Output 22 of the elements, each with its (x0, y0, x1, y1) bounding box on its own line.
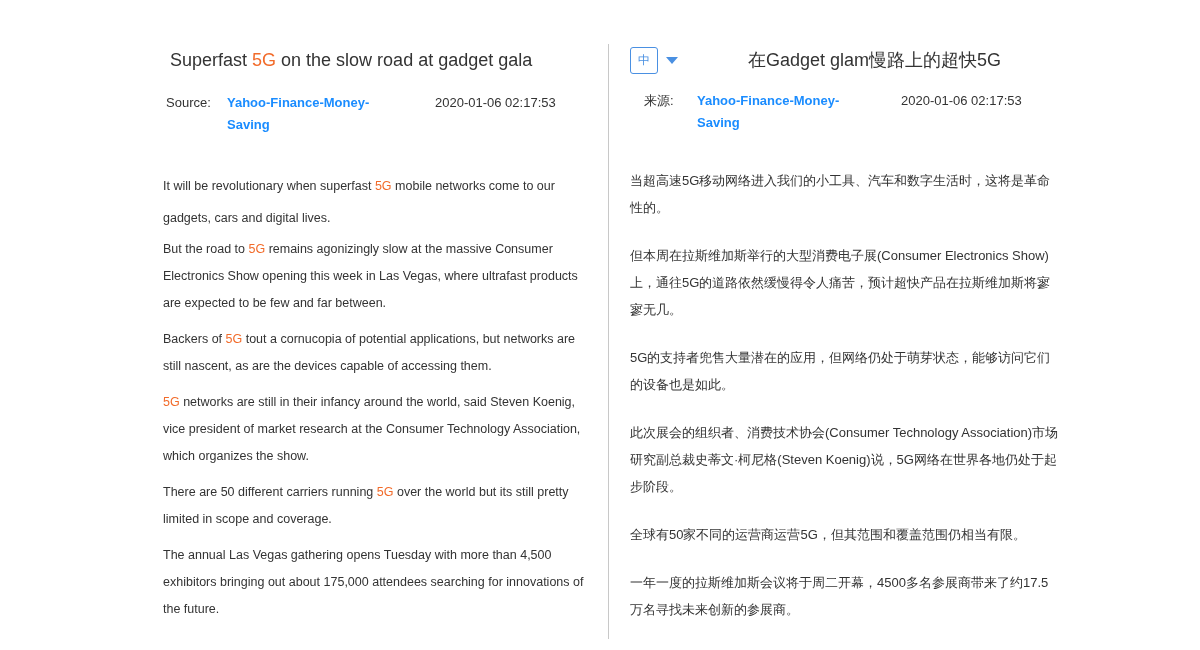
article-paragraph: 此次展会的组织者、消费技术协会(Consumer Technology Association)市场研究副总裁史蒂文·柯尼格(Steven Koenig)说，5G网络在世界各地仍处于起步阶段。 (630, 424, 1059, 496)
article-paragraph: 当超高速5G移动网络进入我们的小工具、汽车和数字生活时，这将是革命性的。 (630, 172, 1052, 217)
publish-date: 2020-01-06 02:17:53 (435, 94, 556, 112)
article-paragraph: 全球有50家不同的运营商运营5G，但其范围和覆盖范围仍相当有限。 (630, 526, 1027, 544)
caret-icon[interactable] (666, 56, 678, 64)
article-title: Superfast 5G on the slow road at gadget gala (170, 49, 534, 72)
source-link[interactable]: Yahoo-Finance-Money-Saving (697, 90, 877, 134)
article-paragraph: 但本周在拉斯维加斯举行的大型消费电子展(Consumer Electronics Show)上，通往5G的道路依然缓慢得令人痛苦，预计超快产品在拉斯维加斯将寥寥无几。 (630, 247, 1052, 319)
publish-date: 2020-01-06 02:17:53 (901, 92, 1022, 110)
article-paragraph: 一年一度的拉斯维加斯会议将于周二开幕，4500多名参展商带来了约17.5万名寻找未来创新的参展商。 (630, 574, 1050, 619)
source-link[interactable]: Yahoo-Finance-Money-Saving (227, 92, 407, 136)
article-paragraph: 5G的支持者兜售大量潜在的应用，但网络仍处于萌芽状态，能够访问它们的设备也是如此。 (630, 349, 1052, 394)
article-paragraph: Backers of 5G tout a cornucopia of potential applications, but networks are still nascent, as are the devices capable of accessing them. (163, 331, 577, 375)
language-button[interactable]: 中 (630, 46, 658, 74)
source-label: 来源: (644, 92, 675, 110)
article-paragraph: The annual Las Vegas gathering opens Tuesday with more than 4,500 exhibitors bringing out about 175,000 attendees searching for innovations of the future. (163, 547, 585, 618)
article-paragraph: But the road to 5G remains agonizingly slow at the massive Consumer Electronics Show opening this week in Las Vegas, where ultrafast products are expected to be few and far between. (163, 241, 579, 312)
article-paragraph: It will be revolutionary when superfast 5G mobile networks come to our gadgets, cars and digital lives. (163, 178, 556, 227)
source-label: Source: (166, 94, 212, 112)
article-paragraph: There are 50 different carriers running 5G over the world but its still pretty limited in scope and coverage. (163, 484, 570, 528)
article-paragraph: 5G networks are still in their infancy around the world, said Steven Koenig, vice president of market research at the Consumer Technology Association, which organizes the show. (163, 394, 582, 465)
article-title: 在Gadget glam慢路上的超快5G (748, 49, 1002, 72)
